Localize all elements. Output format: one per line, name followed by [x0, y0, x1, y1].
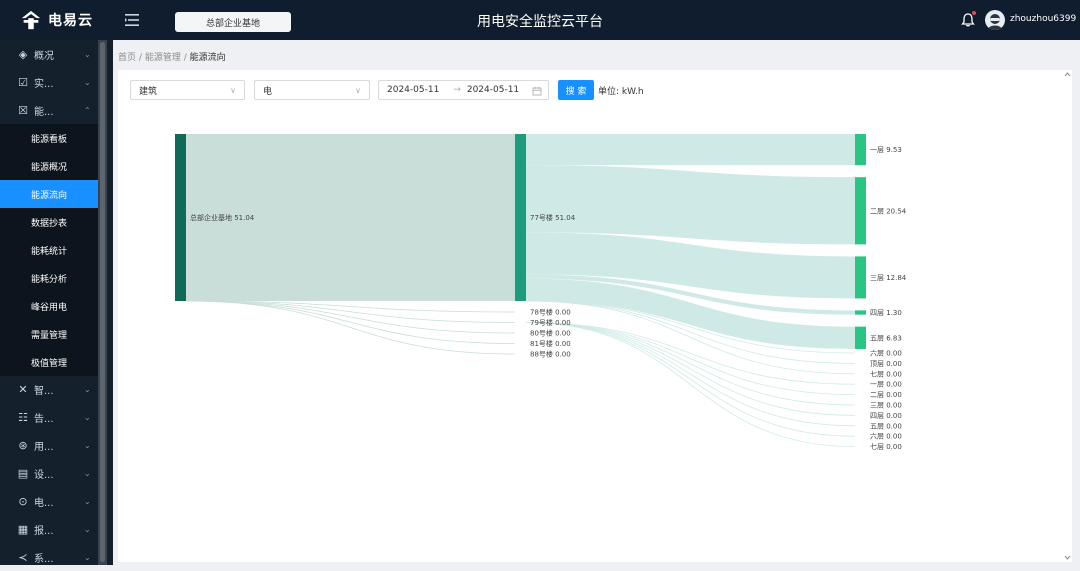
sankey-label-building: 78号楼 0.00	[530, 308, 571, 317]
sankey-label-root: 总部企业基地 51.04	[190, 213, 255, 222]
sankey-label-floor: 五层 0.00	[870, 422, 902, 430]
sankey-node-floor	[855, 177, 866, 245]
sankey-label-floor: 七层 0.00	[870, 442, 902, 451]
sankey-label-floor: 一层 9.53	[870, 146, 902, 154]
sankey-link	[526, 165, 855, 245]
sankey-label-floor: 七层 0.00	[870, 369, 902, 378]
sankey-link	[185, 300, 516, 355]
sankey-link	[526, 134, 855, 166]
sankey-label-building: 80号楼 0.00	[530, 329, 571, 338]
sankey-label-floor: 二层 20.54	[870, 207, 907, 215]
sankey-label-floor: 四层 0.00	[870, 412, 902, 420]
sankey-label-floor: 一层 0.00	[870, 381, 902, 389]
sankey-label-floor: 四层 1.30	[870, 309, 902, 317]
sankey-node-floor	[855, 134, 866, 166]
sankey-node-floor	[855, 326, 866, 349]
sankey-link	[185, 300, 516, 334]
sankey-label-floor: 三层 12.84	[870, 274, 907, 282]
sankey-label-floor: 六层 0.00	[870, 349, 902, 358]
sankey-node-building	[515, 134, 526, 301]
sankey-label-building: 88号楼 0.00	[530, 350, 571, 359]
sankey-label-floor: 二层 0.00	[870, 391, 902, 399]
sankey-label-building: 77号楼 51.04	[530, 213, 576, 222]
sankey-node-root	[175, 134, 186, 301]
sankey-label-building: 79号楼 0.00	[530, 318, 571, 327]
sankey-label-floor: 五层 6.83	[870, 334, 902, 342]
sankey-label-building: 81号楼 0.00	[530, 339, 571, 348]
sankey-label-floor: 顶层 0.00	[870, 360, 902, 368]
sankey-label-floor: 三层 0.00	[870, 402, 902, 410]
sankey-node-floor	[855, 256, 866, 299]
sankey-link	[185, 300, 516, 344]
energy-flow-sankey: 总部企业基地 51.04 77号楼 51.04 78号楼 0.0079号楼 0.00…	[175, 134, 907, 451]
sankey-label-floor: 六层 0.00	[870, 432, 902, 441]
sankey-node-floor	[855, 310, 866, 315]
